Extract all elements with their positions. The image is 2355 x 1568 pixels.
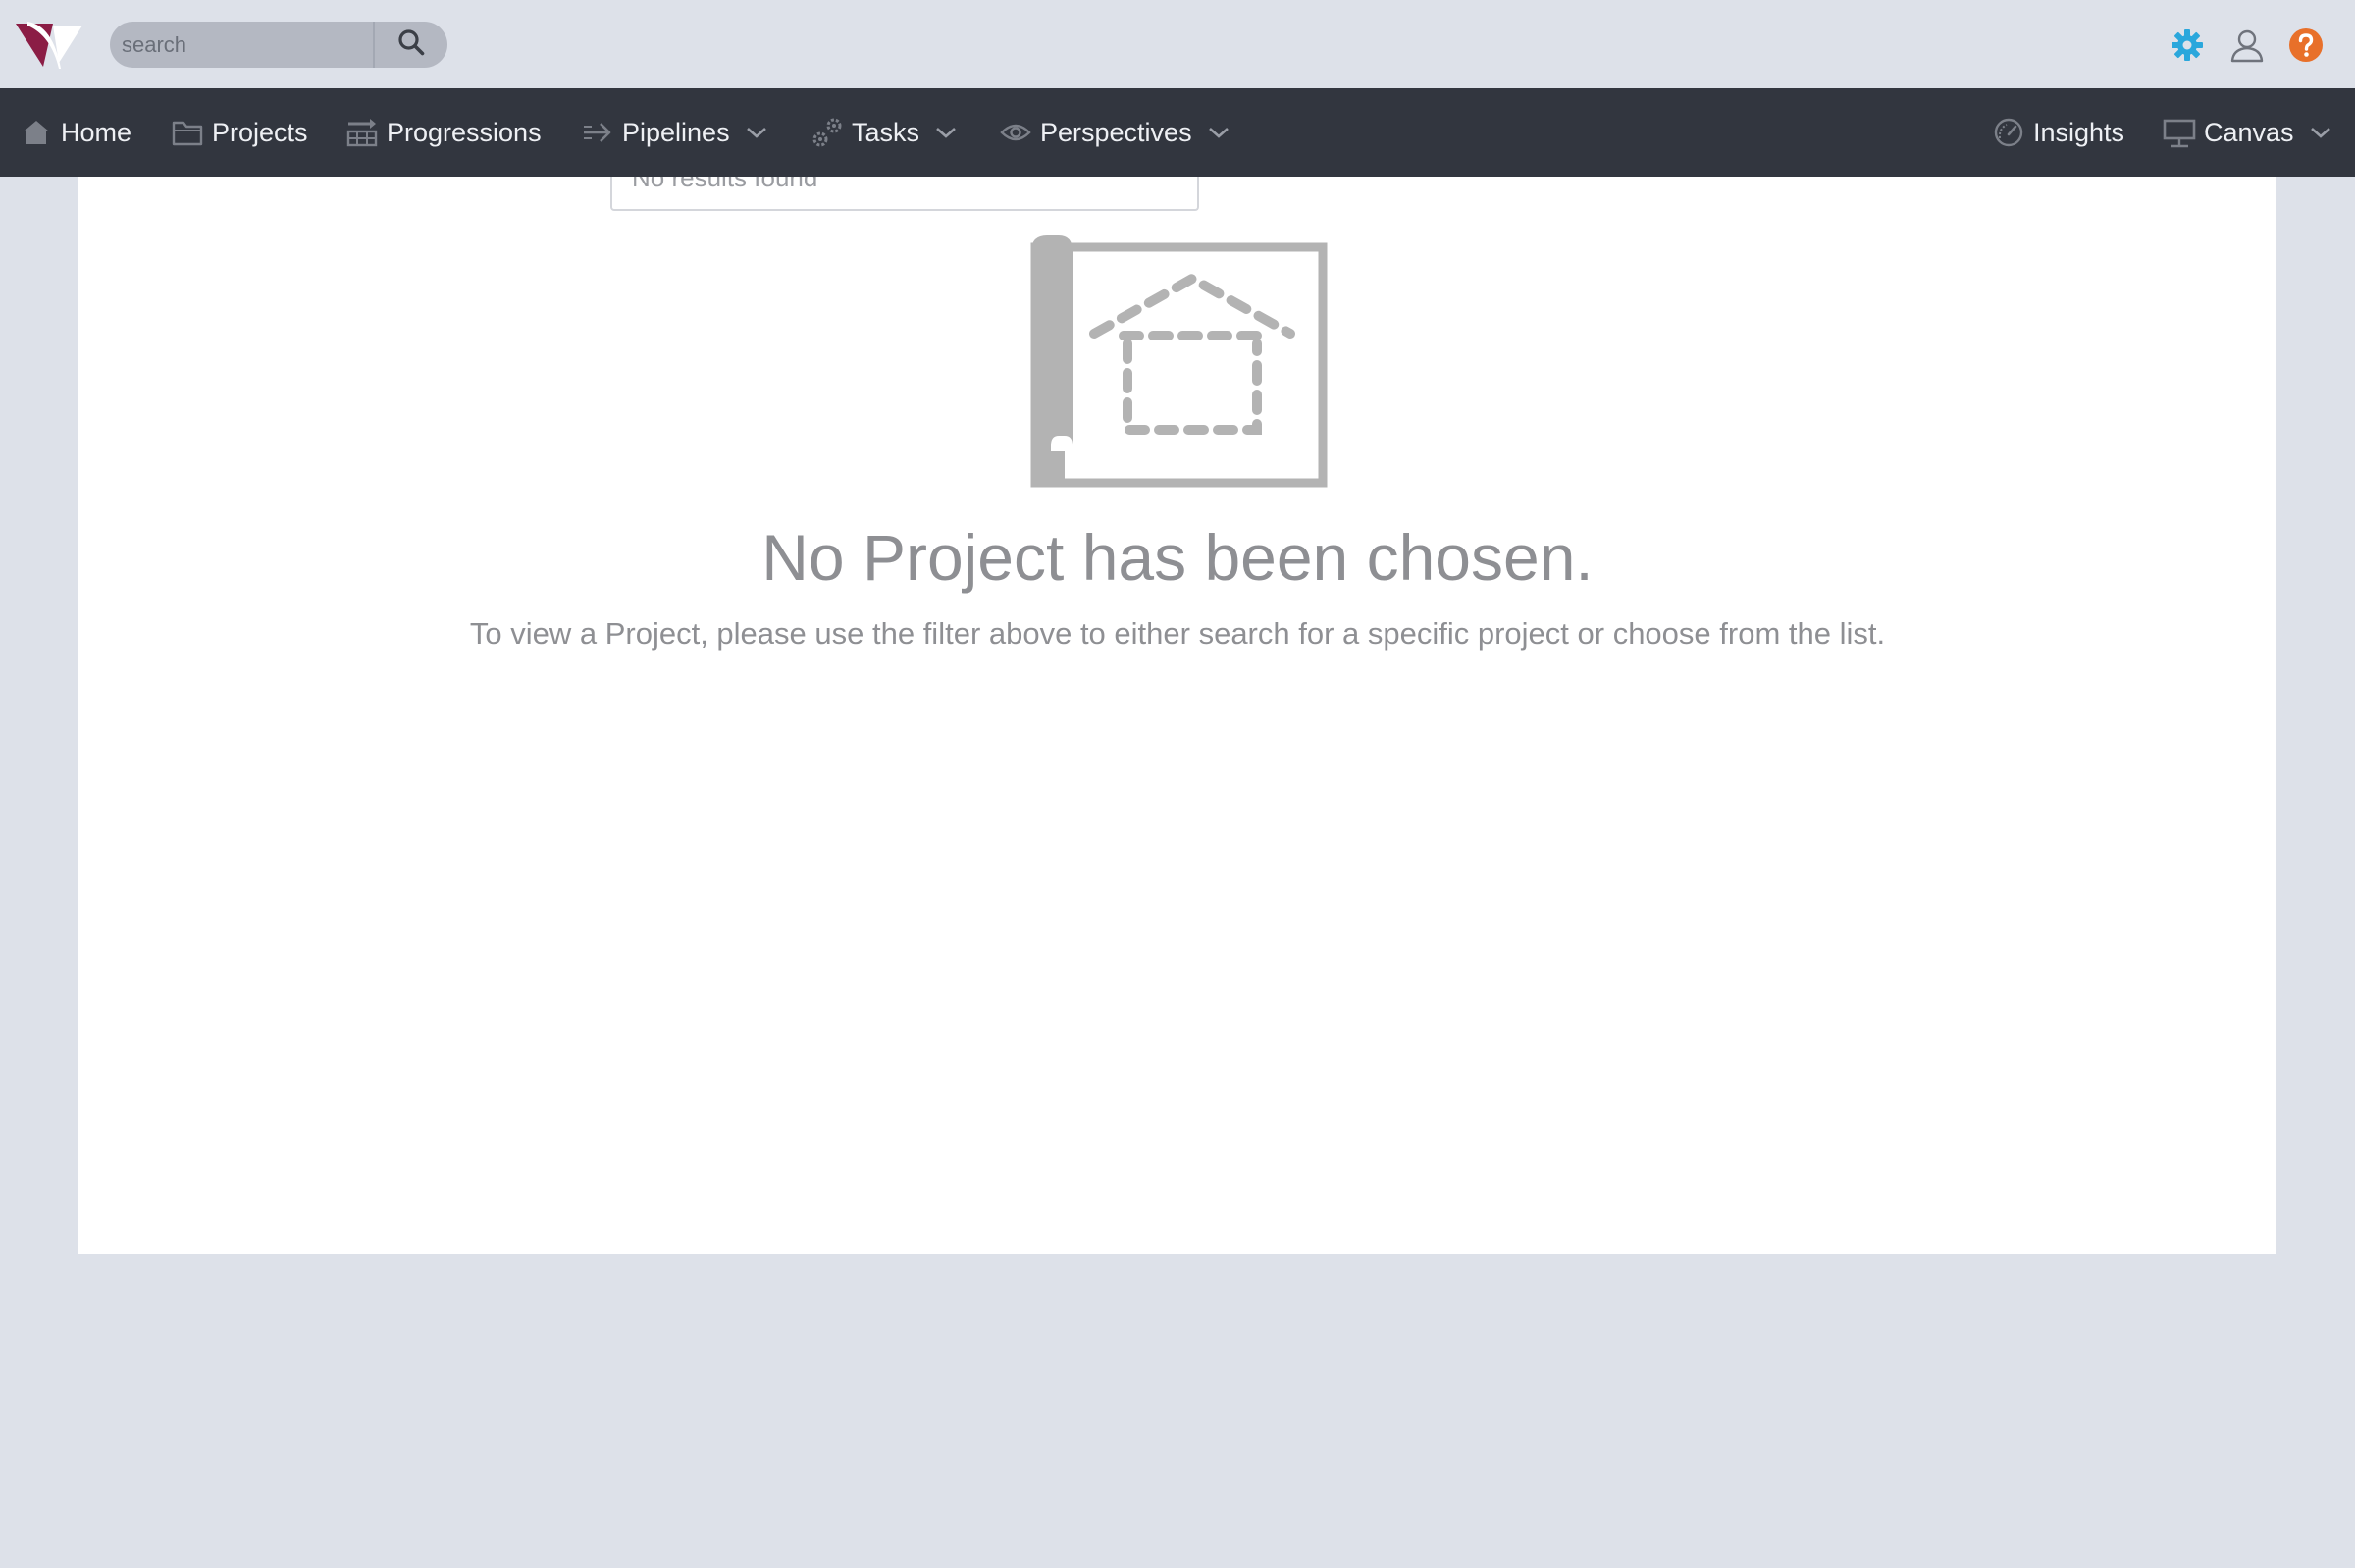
blueprint-icon bbox=[1025, 234, 1330, 489]
chevron-down-icon bbox=[2310, 126, 2331, 139]
nav-label-projects: Projects bbox=[212, 117, 308, 147]
home-icon bbox=[20, 116, 53, 149]
search-button[interactable] bbox=[373, 22, 447, 68]
nav-item-pipelines[interactable]: Pipelines bbox=[581, 88, 767, 177]
user-icon[interactable] bbox=[2227, 26, 2267, 65]
gear-icon[interactable] bbox=[2168, 26, 2207, 65]
nav-label-home: Home bbox=[61, 117, 132, 147]
empty-state-description: To view a Project, please use the filter… bbox=[469, 616, 1886, 651]
chevron-down-icon bbox=[746, 126, 767, 139]
nav-item-progressions[interactable]: Progressions bbox=[345, 88, 542, 177]
project-filter-dropdown[interactable]: No results found bbox=[610, 177, 1199, 211]
main-nav: Home Projects Progressions Pipelines Tas… bbox=[0, 88, 2355, 177]
top-bar bbox=[0, 0, 2355, 88]
nav-item-projects[interactable]: Projects bbox=[171, 88, 308, 177]
nav-item-canvas[interactable]: Canvas bbox=[2163, 88, 2331, 177]
nav-label-insights: Insights bbox=[2033, 117, 2125, 147]
progressions-icon bbox=[345, 116, 379, 149]
nav-item-insights[interactable]: Insights bbox=[1992, 88, 2124, 177]
easel-icon bbox=[2163, 116, 2196, 149]
nav-label-perspectives: Perspectives bbox=[1040, 117, 1192, 147]
arrow-right-icon bbox=[581, 116, 614, 149]
search-bar bbox=[110, 22, 447, 68]
empty-state-title: No Project has been chosen. bbox=[761, 521, 1594, 594]
help-icon[interactable] bbox=[2286, 26, 2326, 65]
nav-item-perspectives[interactable]: Perspectives bbox=[999, 88, 1230, 177]
gauge-icon bbox=[1992, 116, 2025, 149]
search-icon bbox=[397, 28, 425, 61]
folder-icon bbox=[171, 116, 204, 149]
nav-label-canvas: Canvas bbox=[2204, 117, 2294, 147]
chevron-down-icon bbox=[1208, 126, 1230, 139]
nav-label-progressions: Progressions bbox=[387, 117, 542, 147]
nav-label-pipelines: Pipelines bbox=[622, 117, 730, 147]
nav-item-home[interactable]: Home bbox=[20, 88, 131, 177]
search-input[interactable] bbox=[110, 22, 373, 68]
dropdown-no-results: No results found bbox=[632, 177, 818, 192]
app-logo[interactable] bbox=[14, 20, 84, 71]
nav-label-tasks: Tasks bbox=[852, 117, 920, 147]
eye-icon bbox=[999, 116, 1032, 149]
nav-item-tasks[interactable]: Tasks bbox=[811, 88, 957, 177]
gears-icon bbox=[811, 116, 844, 149]
chevron-down-icon bbox=[935, 126, 957, 139]
